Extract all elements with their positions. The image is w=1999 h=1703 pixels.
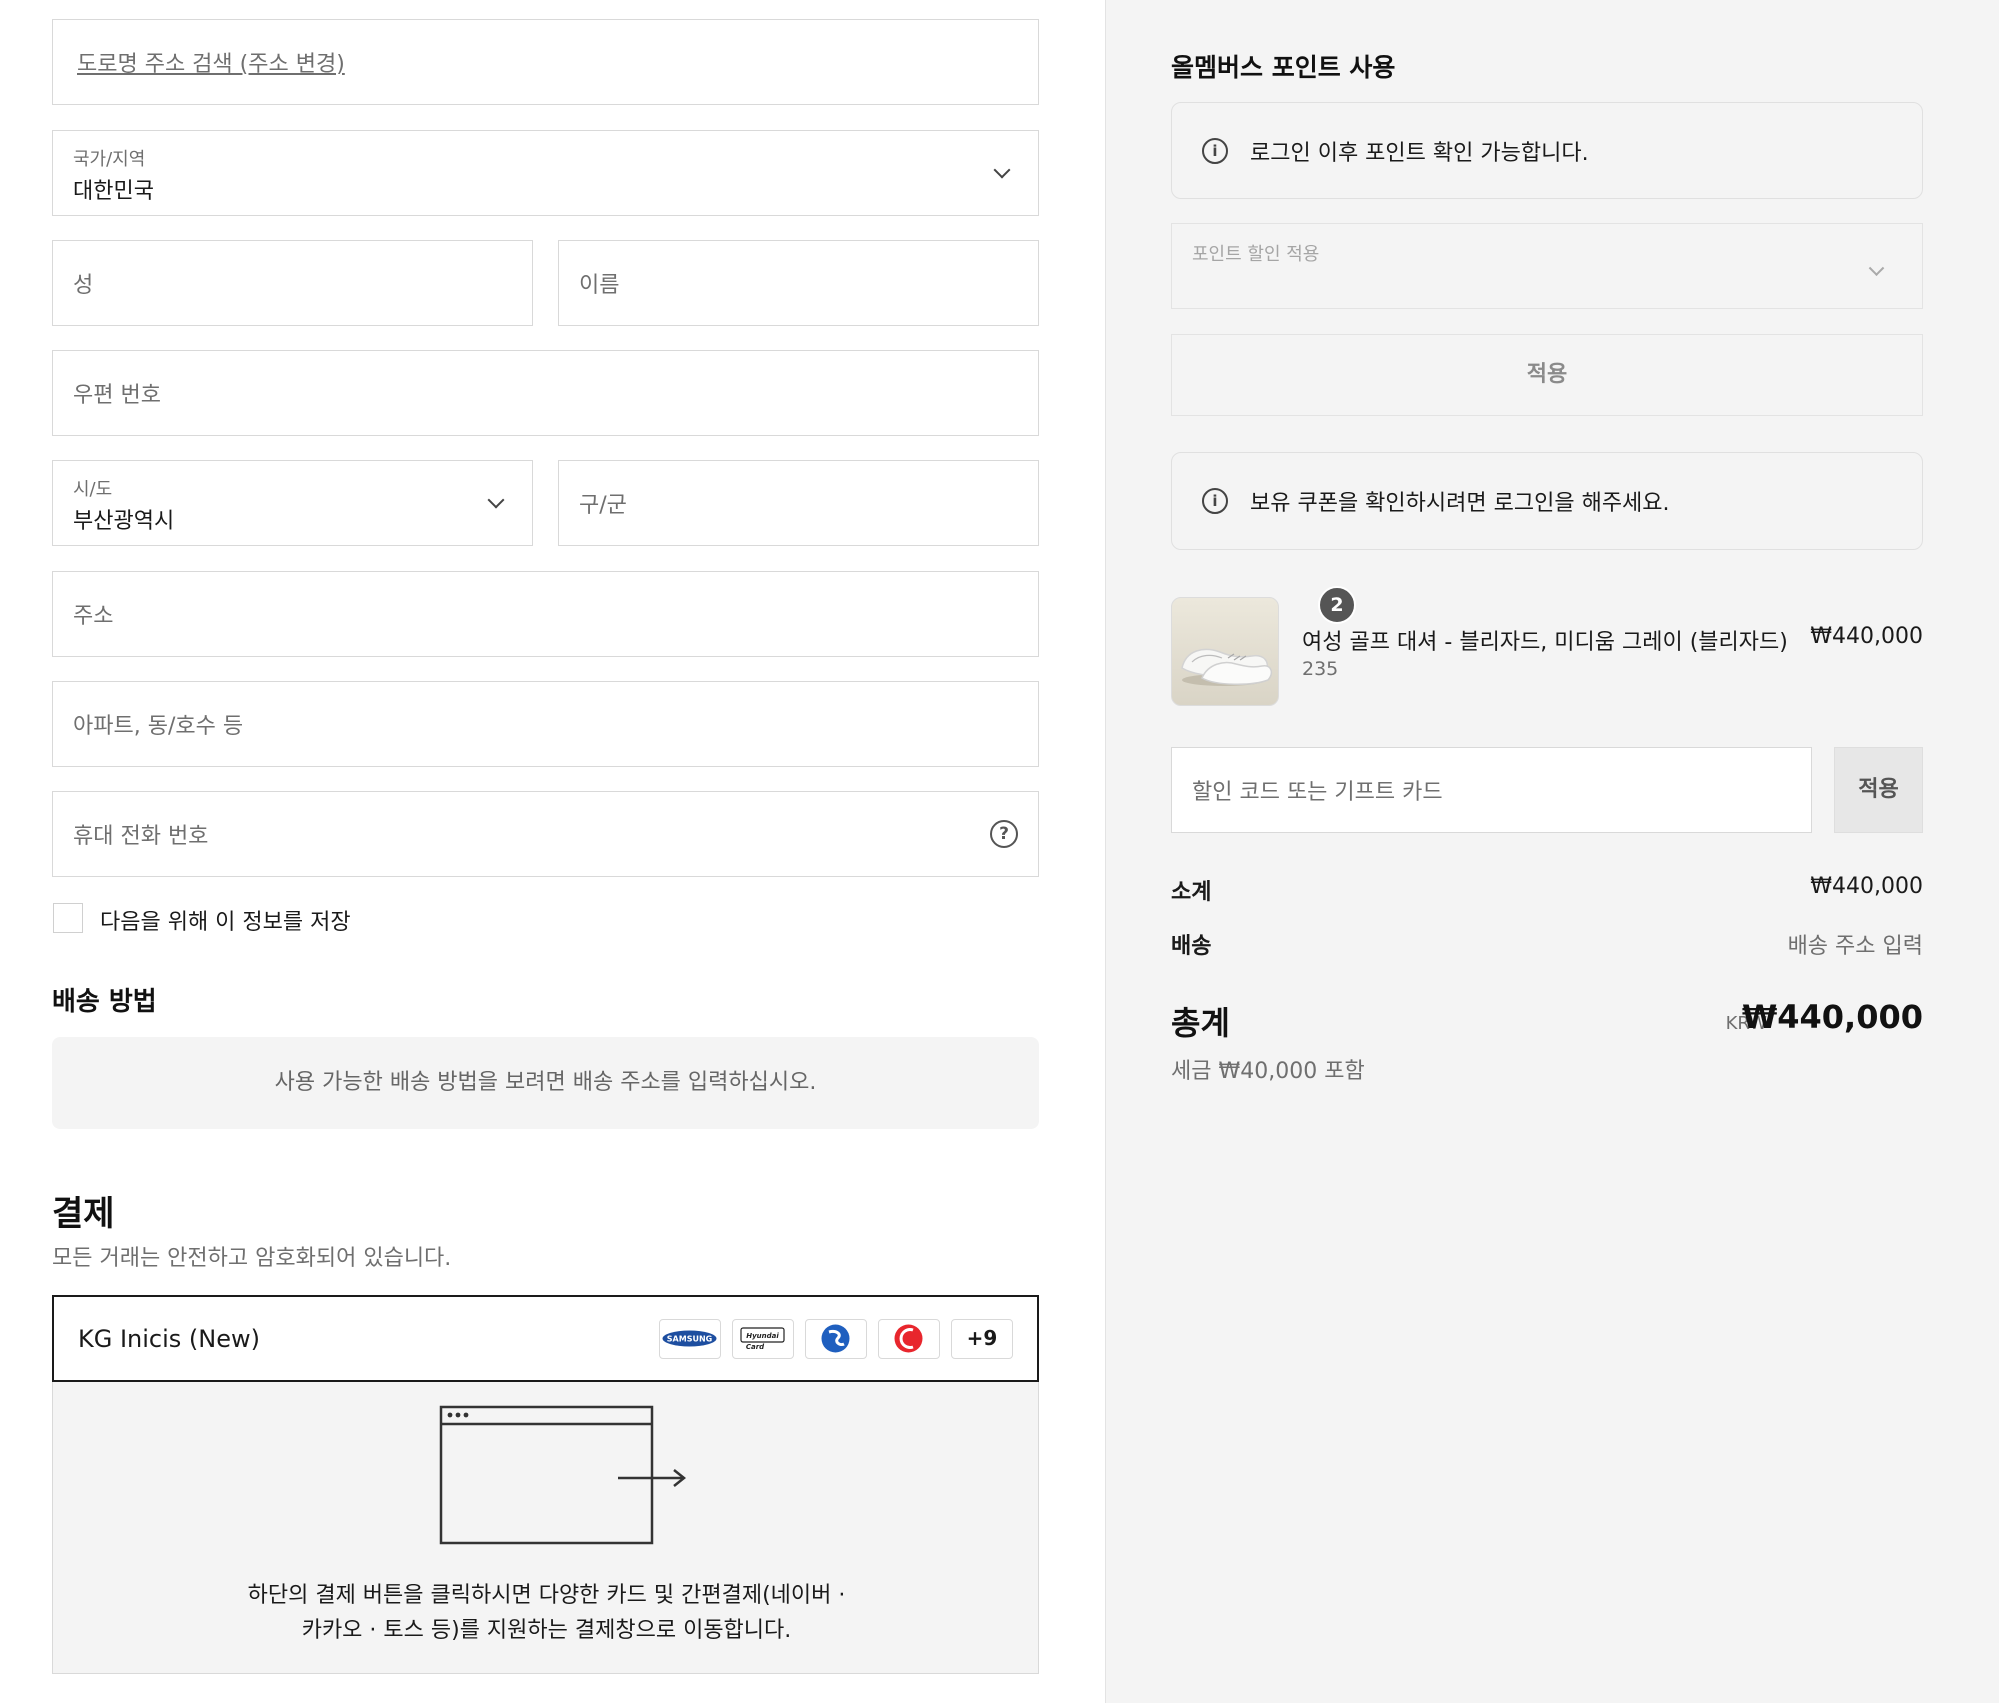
coupon-login-notice: i 보유 쿠폰을 확인하시려면 로그인을 해주세요. — [1171, 452, 1923, 550]
address2-placeholder: 아파트, 동/호수 등 — [73, 714, 244, 739]
browser-redirect-icon — [439, 1405, 687, 1545]
subtotal-label: 소계 — [1171, 880, 1212, 905]
product-variant: 235 — [1302, 658, 1339, 680]
phone-placeholder: 휴대 전화 번호 — [73, 824, 209, 849]
last-name-placeholder: 성 — [73, 273, 94, 298]
quantity-badge: 2 — [1318, 586, 1356, 624]
bc-card-icon — [878, 1319, 940, 1359]
postal-code-placeholder: 우편 번호 — [73, 383, 161, 408]
address-field[interactable]: 주소 — [52, 571, 1039, 657]
info-icon: i — [1202, 137, 1228, 164]
hyundai-card-icon: Hyundai Card — [732, 1319, 794, 1359]
province-select[interactable]: 시/도 부산광역시 — [52, 460, 533, 546]
postal-code-field[interactable]: 우편 번호 — [52, 350, 1039, 436]
shipping-value: 배송 주소 입력 — [1787, 934, 1923, 959]
province-label: 시/도 — [73, 479, 113, 500]
checkout-form-column: 도로명 주소 검색 (주소 변경) 국가/지역 대한민국 성 이름 우편 번호 … — [0, 0, 1105, 1703]
country-value: 대한민국 — [73, 179, 154, 204]
address2-field[interactable]: 아파트, 동/호수 등 — [52, 681, 1039, 767]
payment-method-option[interactable]: KG Inicis (New) SAMSUNG Hyundai Card +9 — [52, 1295, 1039, 1382]
phone-field[interactable]: 휴대 전화 번호 ? — [52, 791, 1039, 877]
hyundai-card-text: Card — [746, 1343, 765, 1351]
district-placeholder: 구/군 — [579, 493, 627, 518]
points-discount-label: 포인트 할인 적용 — [1192, 244, 1320, 265]
discount-code-input[interactable]: 할인 코드 또는 기프트 카드 — [1171, 747, 1812, 833]
product-price: ₩440,000 — [1810, 624, 1923, 649]
country-label: 국가/지역 — [73, 149, 146, 170]
chevron-down-icon — [487, 491, 505, 509]
info-icon: i — [1202, 488, 1228, 514]
payment-provider-name: KG Inicis (New) — [78, 1324, 260, 1353]
points-apply-button[interactable]: 적용 — [1171, 334, 1923, 416]
save-info-checkbox[interactable] — [53, 903, 83, 933]
discount-code-placeholder: 할인 코드 또는 기프트 카드 — [1192, 780, 1443, 805]
product-name: 여성 골프 대셔 - 블리자드, 미디움 그레이 (블리자드) — [1302, 630, 1788, 655]
address-search-field[interactable]: 도로명 주소 검색 (주소 변경) — [52, 19, 1039, 105]
order-summary-column: 올멤버스 포인트 사용 i 로그인 이후 포인트 확인 가능합니다. 포인트 할… — [1105, 0, 1999, 1703]
shinhan-card-icon — [805, 1319, 867, 1359]
points-login-notice: i 로그인 이후 포인트 확인 가능합니다. — [1171, 102, 1923, 199]
payment-description-line2: 카카오 · 토스 등)를 지원하는 결제창으로 이동합니다. — [301, 1618, 792, 1643]
shipping-method-notice: 사용 가능한 배송 방법을 보려면 배송 주소를 입력하십시오. — [52, 1037, 1039, 1129]
more-cards-badge: +9 — [951, 1319, 1013, 1359]
samsung-text: SAMSUNG — [667, 1335, 712, 1344]
last-name-field[interactable]: 성 — [52, 240, 533, 326]
chevron-down-icon — [993, 161, 1011, 179]
product-thumbnail: 2 — [1171, 586, 1356, 706]
first-name-field[interactable]: 이름 — [558, 240, 1039, 326]
address-search-link[interactable]: 도로명 주소 검색 (주소 변경) — [77, 46, 345, 78]
shipping-method-title: 배송 방법 — [52, 987, 157, 1017]
points-title: 올멤버스 포인트 사용 — [1171, 53, 1396, 82]
payment-description-line1: 하단의 결제 버튼을 클릭하시면 다양한 카드 및 간편결제(네이버 · — [247, 1583, 846, 1608]
shipping-label: 배송 — [1171, 934, 1212, 959]
help-icon[interactable]: ? — [990, 820, 1018, 848]
points-discount-select[interactable]: 포인트 할인 적용 — [1171, 223, 1923, 309]
discount-apply-button[interactable]: 적용 — [1834, 747, 1923, 833]
tax-note: 세금 ₩40,000 포함 — [1171, 1059, 1365, 1084]
district-field[interactable]: 구/군 — [558, 460, 1039, 546]
total-value: ₩440,000 — [1741, 998, 1923, 1036]
province-value: 부산광역시 — [73, 509, 175, 534]
save-info-label[interactable]: 다음을 위해 이 정보를 저장 — [100, 904, 351, 936]
payment-subtitle: 모든 거래는 안전하고 암호화되어 있습니다. — [52, 1246, 452, 1271]
first-name-placeholder: 이름 — [579, 273, 620, 298]
sneaker-image — [1181, 648, 1273, 686]
total-label: 총계 — [1171, 1004, 1230, 1042]
coupon-login-notice-text: 보유 쿠폰을 확인하시려면 로그인을 해주세요. — [1250, 491, 1670, 516]
chevron-down-icon — [1868, 260, 1885, 276]
address-placeholder: 주소 — [73, 604, 114, 629]
subtotal-value: ₩440,000 — [1810, 874, 1923, 899]
samsung-card-icon: SAMSUNG — [659, 1319, 721, 1359]
payment-redirect-panel: 하단의 결제 버튼을 클릭하시면 다양한 카드 및 간편결제(네이버 · 카카오… — [52, 1382, 1039, 1674]
hyundai-text: Hyundai — [746, 1332, 779, 1340]
points-login-notice-text: 로그인 이후 포인트 확인 가능합니다. — [1250, 140, 1589, 166]
payment-title: 결제 — [52, 1194, 115, 1234]
country-select[interactable]: 국가/지역 대한민국 — [52, 130, 1039, 216]
